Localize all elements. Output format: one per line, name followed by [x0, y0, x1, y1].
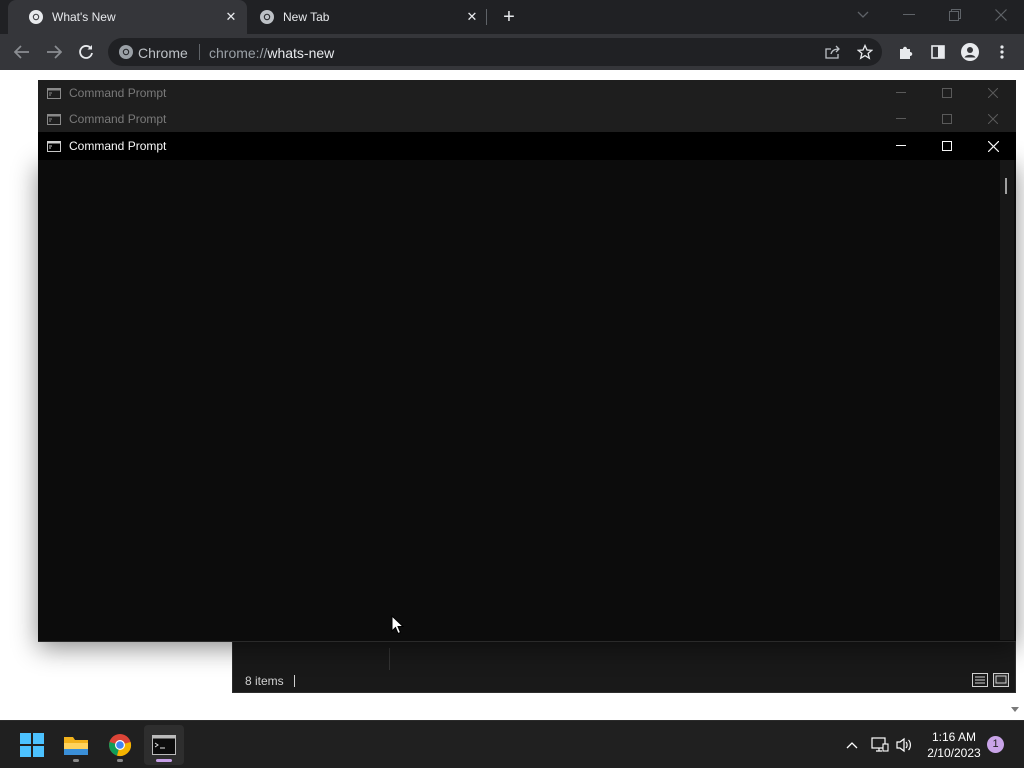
running-indicator	[73, 759, 79, 762]
tab-search-chevron-icon[interactable]	[840, 0, 886, 30]
column-divider	[389, 648, 390, 670]
chrome-toolbar: Chrome chrome://whats-new	[0, 34, 1024, 70]
reload-icon[interactable]	[74, 40, 98, 64]
show-hidden-icons-chevron-icon[interactable]	[842, 735, 862, 755]
chrome-favicon-icon	[29, 10, 43, 24]
mouse-cursor-icon	[391, 615, 405, 635]
status-item-count: 8 items	[245, 674, 284, 688]
more-menu-icon[interactable]	[990, 40, 1014, 64]
window-close-icon[interactable]	[978, 0, 1024, 30]
new-tab-plus-icon[interactable]: +	[499, 7, 519, 27]
clock-date: 2/10/2023	[927, 746, 981, 760]
large-icons-view-icon[interactable]	[993, 673, 1009, 687]
tab-separator	[486, 9, 487, 25]
minimize-icon[interactable]	[886, 0, 932, 30]
tab-title: New Tab	[283, 10, 330, 24]
scrollbar-thumb[interactable]	[1005, 178, 1007, 194]
tab-new-tab[interactable]: New Tab ✕	[249, 0, 486, 34]
tab-title: What's New	[52, 10, 116, 24]
details-view-icon[interactable]	[972, 673, 988, 687]
chrome-site-icon	[119, 45, 133, 59]
scroll-down-arrow-icon[interactable]	[1010, 704, 1020, 714]
extensions-puzzle-icon[interactable]	[894, 40, 918, 64]
taskbar-command-prompt[interactable]	[144, 725, 184, 765]
volume-icon[interactable]	[894, 735, 914, 755]
status-separator	[294, 675, 295, 687]
system-clock[interactable]: 1:16 AM 2/10/2023	[918, 729, 990, 761]
folder-icon	[64, 737, 88, 755]
cmd-scrollbar[interactable]	[1000, 160, 1014, 640]
side-panel-icon[interactable]	[926, 40, 950, 64]
cmd-titlebar-active[interactable]: Command Prompt	[38, 132, 1016, 160]
address-bar[interactable]: Chrome chrome://whats-new	[108, 38, 882, 66]
tab-close-icon[interactable]: ✕	[462, 7, 482, 27]
cmd-icon	[47, 87, 61, 99]
running-indicator	[117, 759, 123, 762]
start-button[interactable]	[12, 725, 52, 765]
windows-taskbar: 1:16 AM 2/10/2023 1	[0, 720, 1024, 768]
cmd-minimize-icon[interactable]	[878, 133, 924, 159]
share-icon[interactable]	[824, 43, 842, 61]
cmd-title: Command Prompt	[69, 139, 167, 153]
windows-logo-icon	[20, 733, 44, 757]
cmd-app-icon	[152, 735, 176, 755]
cmd-maximize-icon[interactable]	[924, 133, 970, 159]
site-chip-label: Chrome	[138, 45, 188, 61]
notification-badge[interactable]: 1	[987, 736, 1004, 753]
tab-close-icon[interactable]: ✕	[221, 7, 241, 27]
clock-time: 1:16 AM	[931, 730, 977, 744]
cmd-close-icon[interactable]	[970, 106, 1016, 132]
cmd-icon	[47, 113, 61, 125]
back-arrow-icon[interactable]	[10, 40, 34, 64]
cmd-close-icon[interactable]	[970, 133, 1016, 159]
url-text: chrome://whats-new	[209, 45, 335, 61]
omnibox-separator	[199, 44, 200, 60]
forward-arrow-icon[interactable]	[42, 40, 66, 64]
cmd-minimize-icon[interactable]	[878, 80, 924, 106]
bookmark-star-icon[interactable]	[856, 43, 874, 61]
cmd-maximize-icon[interactable]	[924, 80, 970, 106]
cmd-title: Command Prompt	[69, 86, 167, 100]
taskbar-file-explorer[interactable]	[56, 725, 96, 765]
running-indicator	[156, 759, 172, 762]
cmd-console-area[interactable]	[38, 160, 1016, 642]
cmd-titlebar-middle[interactable]: Command Prompt	[38, 106, 1016, 133]
chrome-logo-icon	[109, 734, 132, 757]
restore-icon[interactable]	[932, 0, 978, 30]
chrome-tabstrip: What's New ✕ New Tab ✕ +	[0, 0, 1024, 34]
cmd-title: Command Prompt	[69, 112, 167, 126]
chrome-favicon-icon	[260, 10, 274, 24]
cmd-titlebar-back[interactable]: Command Prompt	[38, 80, 1016, 107]
cmd-minimize-icon[interactable]	[878, 106, 924, 132]
cmd-maximize-icon[interactable]	[924, 106, 970, 132]
tab-whats-new[interactable]: What's New ✕	[8, 0, 247, 34]
cmd-close-icon[interactable]	[970, 80, 1016, 106]
network-icon[interactable]	[870, 735, 890, 755]
profile-avatar-icon[interactable]	[958, 40, 982, 64]
taskbar-chrome[interactable]	[100, 725, 140, 765]
cmd-icon	[47, 140, 61, 152]
